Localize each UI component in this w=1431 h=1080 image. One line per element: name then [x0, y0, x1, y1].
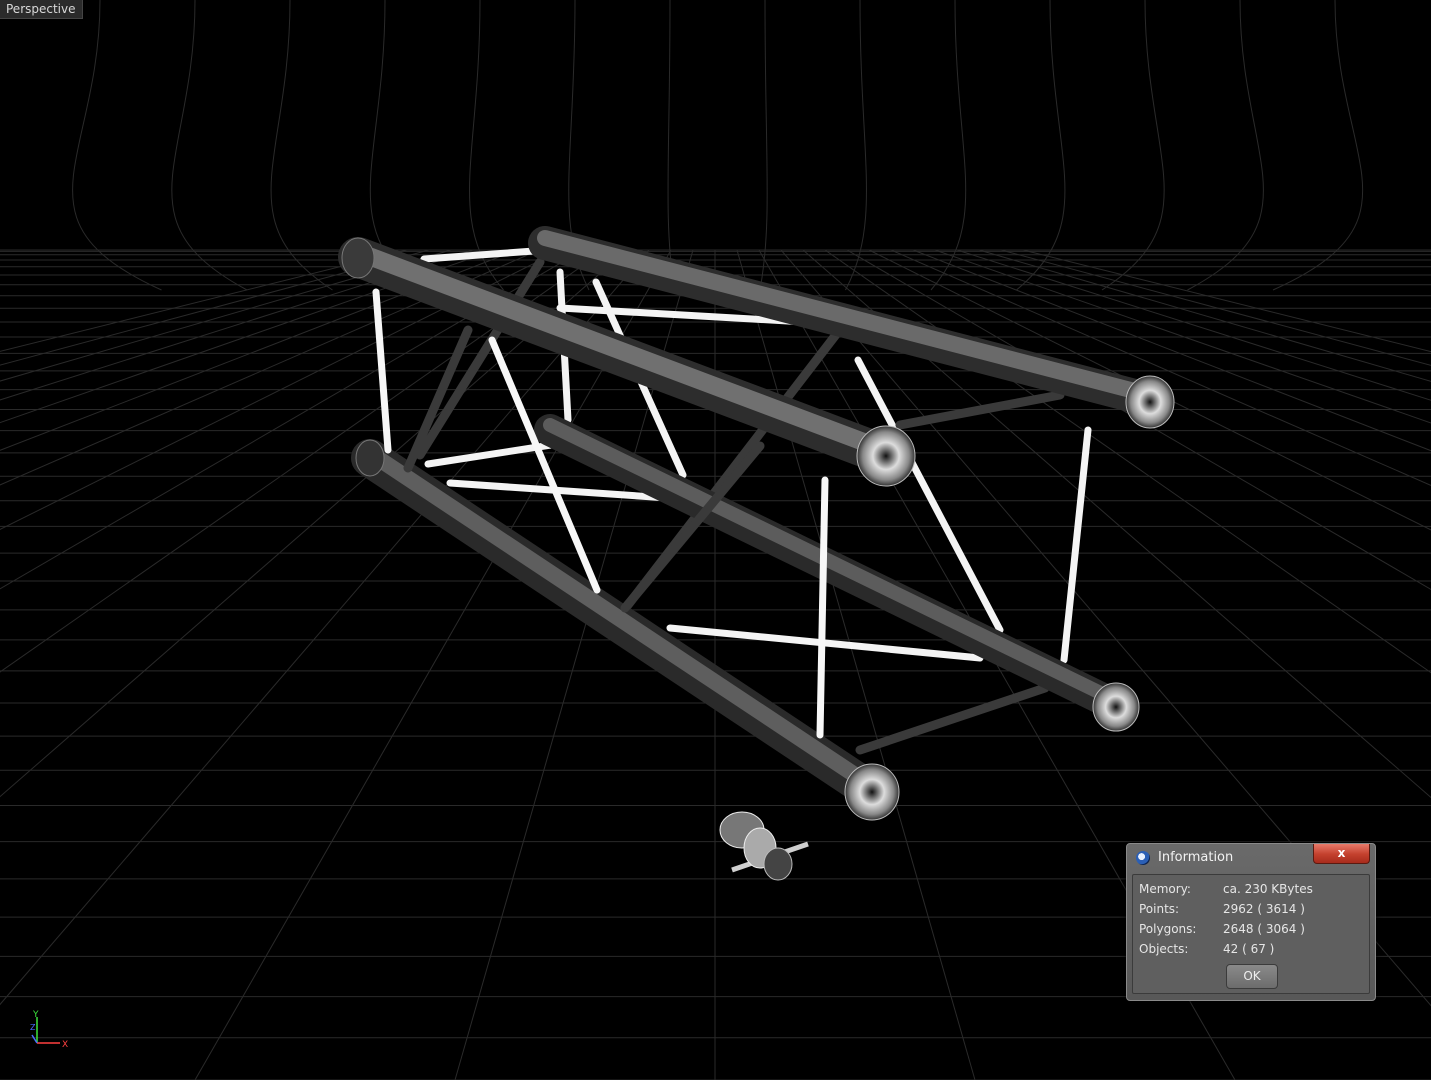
grid-line: [469, 0, 504, 291]
grid-line: [270, 0, 333, 291]
cinema4d-app-icon: [1136, 851, 1150, 865]
grid-line: [667, 0, 675, 291]
grid-line: [171, 0, 248, 291]
info-label: Polygons:: [1139, 922, 1197, 936]
grid-line: [194, 249, 672, 1080]
axis-x-label: X: [62, 1040, 69, 1050]
info-row-objects: Objects: 42 ( 67 ): [1139, 942, 1363, 960]
axis-z-label: Z: [30, 1023, 36, 1032]
info-label: Objects:: [1139, 942, 1189, 956]
information-dialog[interactable]: Information x Memory: ca. 230 KBytes Poi…: [1126, 843, 1376, 1001]
grid-line: [0, 249, 628, 798]
truss-model[interactable]: [338, 226, 1175, 881]
grid-line: [0, 249, 650, 1006]
grid-line: [72, 0, 162, 291]
dialog-title: Information: [1158, 850, 1234, 865]
axis-lines: [31, 1017, 60, 1044]
info-row-memory: Memory: ca. 230 KBytes: [1139, 882, 1363, 900]
grid-line: [759, 0, 768, 291]
info-label: Points:: [1139, 902, 1180, 916]
ok-button[interactable]: OK: [1226, 964, 1278, 989]
close-button[interactable]: x: [1313, 844, 1370, 864]
grid-line: [845, 0, 867, 291]
info-label: Memory:: [1139, 882, 1191, 896]
grid-line: [736, 249, 976, 1080]
grid-line: [1272, 0, 1364, 291]
dialog-titlebar[interactable]: Information x: [1127, 844, 1375, 872]
grid-line: [0, 249, 474, 401]
grid-line: [1016, 0, 1066, 291]
viewport-label[interactable]: Perspective: [0, 0, 83, 19]
grid-line: [1187, 0, 1264, 291]
info-row-points: Points: 2962 ( 3614 ): [1139, 902, 1363, 920]
axis-y-label: Y: [33, 1010, 39, 1020]
grid-line: [0, 249, 430, 366]
connector-pin[interactable]: [719, 811, 809, 881]
info-value: 2648 ( 3064 ): [1223, 922, 1305, 936]
grid-line: [1101, 0, 1165, 291]
dialog-body: Memory: ca. 230 KBytes Points: 2962 ( 36…: [1132, 874, 1370, 994]
grid-line: [0, 249, 408, 352]
grid-line: [0, 249, 562, 531]
grid-line: [0, 249, 518, 451]
info-value: ca. 230 KBytes: [1223, 882, 1313, 896]
grid-line: [0, 249, 606, 673]
grid-line: [0, 249, 496, 424]
close-icon: x: [1337, 846, 1346, 860]
info-row-polygons: Polygons: 2648 ( 3064 ): [1139, 922, 1363, 940]
info-value: 42 ( 67 ): [1223, 942, 1275, 956]
grid-line: [930, 0, 967, 291]
info-value: 2962 ( 3614 ): [1223, 902, 1305, 916]
